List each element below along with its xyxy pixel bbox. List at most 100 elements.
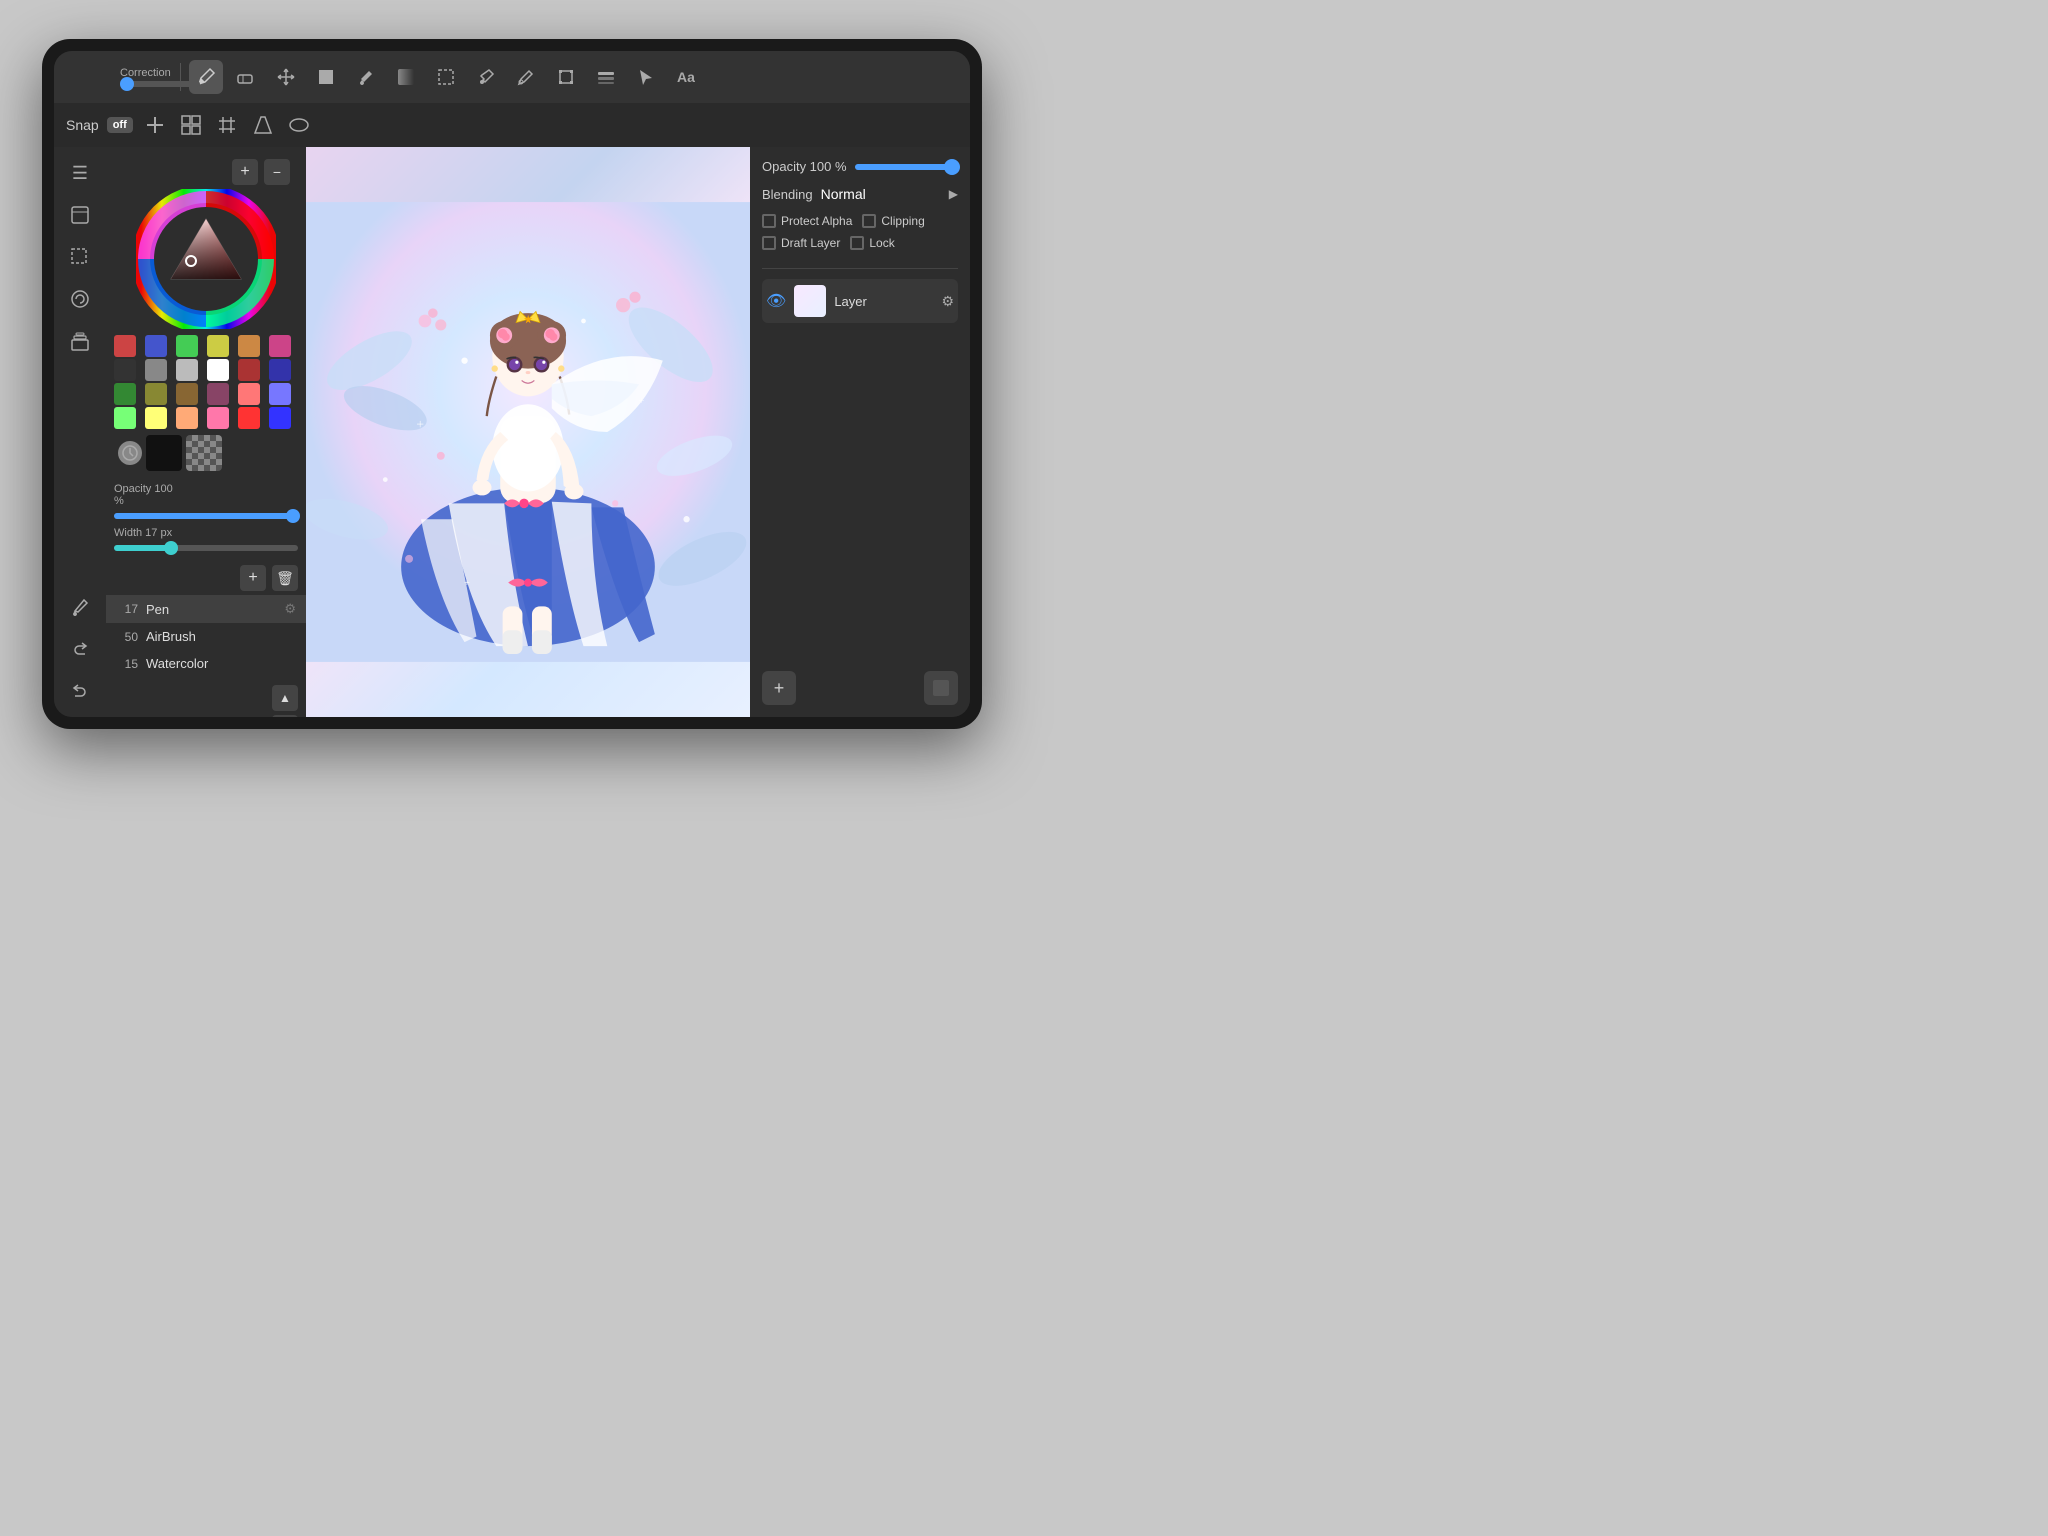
sidebar-select-icon[interactable]	[62, 239, 98, 275]
swatch-15[interactable]	[207, 383, 229, 405]
swatch-13[interactable]	[145, 383, 167, 405]
swatch-19[interactable]	[145, 407, 167, 429]
sidebar-new-icon[interactable]	[62, 197, 98, 233]
draft-layer-check[interactable]: Draft Layer	[762, 236, 840, 250]
sidebar-menu-icon[interactable]: ☰	[62, 155, 98, 191]
main-area: ☰	[54, 147, 970, 717]
sidebar-brush-icon[interactable]	[62, 589, 98, 625]
color-action-row: + −	[114, 155, 298, 189]
swatch-23[interactable]	[269, 407, 291, 429]
swatch-16[interactable]	[238, 383, 260, 405]
color-mode-btn[interactable]	[118, 441, 142, 465]
swatch-5[interactable]	[269, 335, 291, 357]
swatch-3[interactable]	[207, 335, 229, 357]
fg-color-swatch[interactable]	[146, 435, 182, 471]
color-wheel[interactable]	[136, 189, 276, 329]
swatch-11[interactable]	[269, 359, 291, 381]
tool-gradient[interactable]	[389, 60, 423, 94]
width-slider-track[interactable]	[114, 545, 298, 551]
brush-list: + 🗑 17 Pen ⚙ 50 AirBrush 15 Watercol	[106, 561, 306, 717]
lock-checkbox[interactable]	[850, 236, 864, 250]
delete-color-btn[interactable]: −	[264, 159, 290, 185]
tool-eyedropper[interactable]	[469, 60, 503, 94]
add-layer-btn[interactable]: +	[762, 671, 796, 705]
delete-brush-btn[interactable]: 🗑	[272, 565, 298, 591]
tool-fill-rect[interactable]	[309, 60, 343, 94]
brush-gear-pen[interactable]: ⚙	[284, 601, 296, 617]
layer-visibility-icon[interactable]: 👁	[766, 291, 786, 311]
snap-perspective-icon[interactable]	[249, 111, 277, 139]
sidebar-filter-icon[interactable]	[62, 281, 98, 317]
lock-check[interactable]: Lock	[850, 236, 894, 250]
snap-hash-icon[interactable]	[213, 111, 241, 139]
snap-label: Snap	[66, 117, 99, 133]
tool-fill[interactable]	[349, 60, 383, 94]
tool-cursor[interactable]	[629, 60, 663, 94]
swatch-14[interactable]	[176, 383, 198, 405]
tool-eraser[interactable]	[229, 60, 263, 94]
blending-arrow-icon[interactable]: ▶	[949, 187, 958, 201]
protect-alpha-checkbox[interactable]	[762, 214, 776, 228]
correction-slider[interactable]	[120, 81, 200, 87]
swatch-12[interactable]	[114, 383, 136, 405]
blending-value[interactable]: Normal	[821, 186, 941, 202]
swatch-7[interactable]	[145, 359, 167, 381]
swatch-6[interactable]	[114, 359, 136, 381]
snap-toolbar: Snap off	[54, 103, 970, 147]
swatch-17[interactable]	[269, 383, 291, 405]
swatch-10[interactable]	[238, 359, 260, 381]
clipping-check[interactable]: Clipping	[862, 214, 924, 228]
snap-ellipse-icon[interactable]	[285, 111, 313, 139]
draft-layer-checkbox[interactable]	[762, 236, 776, 250]
blending-label: Blending	[762, 187, 813, 202]
canvas-content	[306, 147, 750, 717]
clipping-checkbox[interactable]	[862, 214, 876, 228]
layer-divider	[762, 268, 958, 269]
add-brush-btn[interactable]: +	[240, 565, 266, 591]
swatch-21[interactable]	[207, 407, 229, 429]
color-section: + −	[106, 147, 306, 479]
bg-color-swatch[interactable]	[186, 435, 222, 471]
swatch-0[interactable]	[114, 335, 136, 357]
tablet-frame: Correction 0	[42, 39, 982, 729]
brush-item-pen[interactable]: 17 Pen ⚙	[106, 595, 306, 623]
sidebar-layers-icon[interactable]	[62, 323, 98, 359]
move-brush-down-btn[interactable]: ▼	[272, 715, 298, 717]
snap-lines-icon[interactable]	[141, 111, 169, 139]
sidebar-redo-icon[interactable]	[62, 631, 98, 667]
layer-row[interactable]: 👁 Layer ⚙	[762, 279, 958, 323]
protect-alpha-check[interactable]: Protect Alpha	[762, 214, 852, 228]
snap-off-badge[interactable]: off	[107, 117, 133, 133]
canvas-area[interactable]	[306, 147, 750, 717]
swatch-2[interactable]	[176, 335, 198, 357]
swatch-8[interactable]	[176, 359, 198, 381]
opacity-slider-row: Opacity 100 %	[114, 483, 298, 507]
brush-item-watercolor[interactable]: 15 Watercolor	[106, 650, 306, 677]
brush-item-airbrush[interactable]: 50 AirBrush	[106, 623, 306, 650]
tool-select-pen[interactable]	[509, 60, 543, 94]
tool-transform[interactable]	[549, 60, 583, 94]
tool-select-rect[interactable]	[429, 60, 463, 94]
opacity-track[interactable]	[855, 164, 958, 170]
swatch-22[interactable]	[238, 407, 260, 429]
swatch-9[interactable]	[207, 359, 229, 381]
tool-move[interactable]	[269, 60, 303, 94]
swatch-18[interactable]	[114, 407, 136, 429]
swatch-4[interactable]	[238, 335, 260, 357]
swatch-20[interactable]	[176, 407, 198, 429]
add-color-btn[interactable]: +	[232, 159, 258, 185]
color-swatches	[114, 335, 298, 429]
snap-grid-icon[interactable]	[177, 111, 205, 139]
layer-options-btn[interactable]	[924, 671, 958, 705]
layer-settings-icon[interactable]: ⚙	[941, 293, 954, 310]
sidebar-undo-icon[interactable]	[62, 673, 98, 709]
left-sidebar: ☰	[54, 147, 106, 717]
opacity-slider-label: Opacity 100 %	[114, 483, 179, 507]
blending-row: Blending Normal ▶	[762, 186, 958, 202]
swatch-1[interactable]	[145, 335, 167, 357]
tool-layer-select[interactable]	[589, 60, 623, 94]
opacity-slider-track[interactable]	[114, 513, 298, 519]
tool-text[interactable]: Aa	[669, 60, 703, 94]
move-brush-up-btn[interactable]: ▲	[272, 685, 298, 711]
tool-pen[interactable]	[189, 60, 223, 94]
